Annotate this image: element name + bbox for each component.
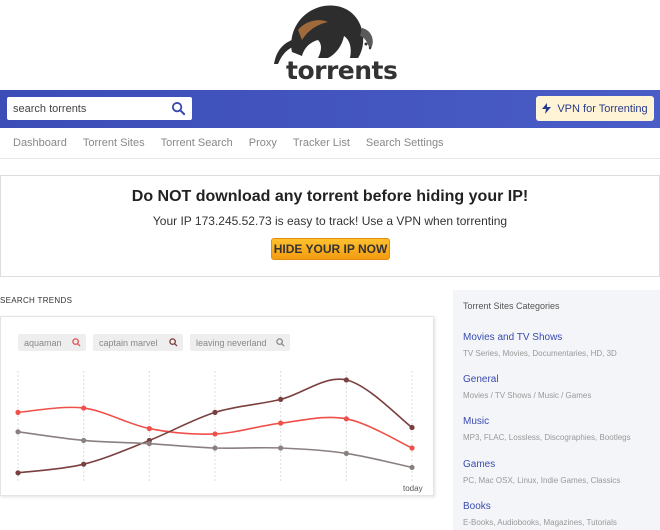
category-link[interactable]: Music [463,416,631,427]
data-point [409,424,415,431]
warning-title: Do NOT download any torrent before hidin… [131,188,529,205]
trends-line-chart: today [15,371,423,493]
nav-item-dashboard[interactable]: Dashboard [13,137,67,149]
nav-item-tracker-list[interactable]: Tracker List [293,137,350,149]
site-logo[interactable]: torrents [262,0,398,88]
trends-chart-card: aquaman captain marvel leaving neverland… [0,316,434,496]
data-point [212,409,218,415]
data-point [278,445,284,451]
category-desc: MP3, FLAC, Lossless, Discographies, Boot… [463,433,631,442]
search-trends-title: SEARCH TRENDS [0,296,73,305]
data-point [343,377,349,383]
today-label: today [403,484,423,493]
nav-item-torrent-search[interactable]: Torrent Search [161,137,233,149]
lightning-icon [542,103,552,114]
data-point [212,445,218,451]
ip-warning-box: Do NOT download any torrent before hidin… [0,175,660,277]
data-point [15,429,21,435]
category-general: General Movies / TV Shows / Music / Game… [463,374,591,400]
category-desc: Movies / TV Shows / Music / Games [463,391,592,400]
category-music: Music MP3, FLAC, Lossless, Discographies… [463,416,631,442]
warning-subtitle: Your IP 173.245.52.73 is easy to track! … [152,214,508,228]
data-point [212,431,218,437]
category-link[interactable]: Movies and TV Shows [463,332,617,343]
category-link[interactable]: Games [463,459,620,470]
category-desc: PC, Mac OSX, Linux, Indie Games, Classic… [463,476,621,485]
data-point [81,437,87,444]
logo-text: torrents [286,56,398,85]
data-point [278,396,284,402]
data-point [409,464,415,471]
categories-sidebar: Torrent Sites Categories Movies and TV S… [453,290,660,530]
category-desc: E-Books, Audiobooks, Magazines, Tutorial… [463,518,617,527]
category-link[interactable]: Books [463,501,617,512]
hide-ip-button[interactable]: HIDE YOUR IP NOW [271,238,390,260]
nav-item-proxy[interactable]: Proxy [249,137,277,149]
category-books: Books E-Books, Audiobooks, Magazines, Tu… [463,501,617,527]
data-point [15,409,21,415]
nav-item-torrent-sites[interactable]: Torrent Sites [83,137,145,149]
sidebar-title: Torrent Sites Categories [463,301,560,311]
data-point [278,420,284,426]
vpn-button[interactable]: VPN for Torrenting [536,96,654,121]
category-desc: TV Series, Movies, Documentaries, HD, 3D [463,349,617,358]
data-point [81,461,87,467]
data-point [81,405,87,411]
nav-item-search-settings[interactable]: Search Settings [366,137,444,149]
data-point [15,470,21,476]
search-input[interactable] [7,97,162,120]
search-icon[interactable] [171,101,186,116]
category-link[interactable]: General [463,374,591,385]
search-box [7,97,192,120]
data-point [146,441,152,447]
data-point [343,450,349,456]
category-games: Games PC, Mac OSX, Linux, Indie Games, C… [463,459,620,485]
data-point [146,425,152,432]
data-point [409,445,415,451]
main-nav: Dashboard Torrent Sites Torrent Search P… [0,128,660,159]
data-point [343,416,349,422]
vpn-button-label: VPN for Torrenting [557,102,648,115]
series-line-captain-marvel [17,378,413,474]
header-bar: VPN for Torrenting [0,90,660,128]
category-movies-tv: Movies and TV Shows TV Series, Movies, D… [463,332,617,358]
